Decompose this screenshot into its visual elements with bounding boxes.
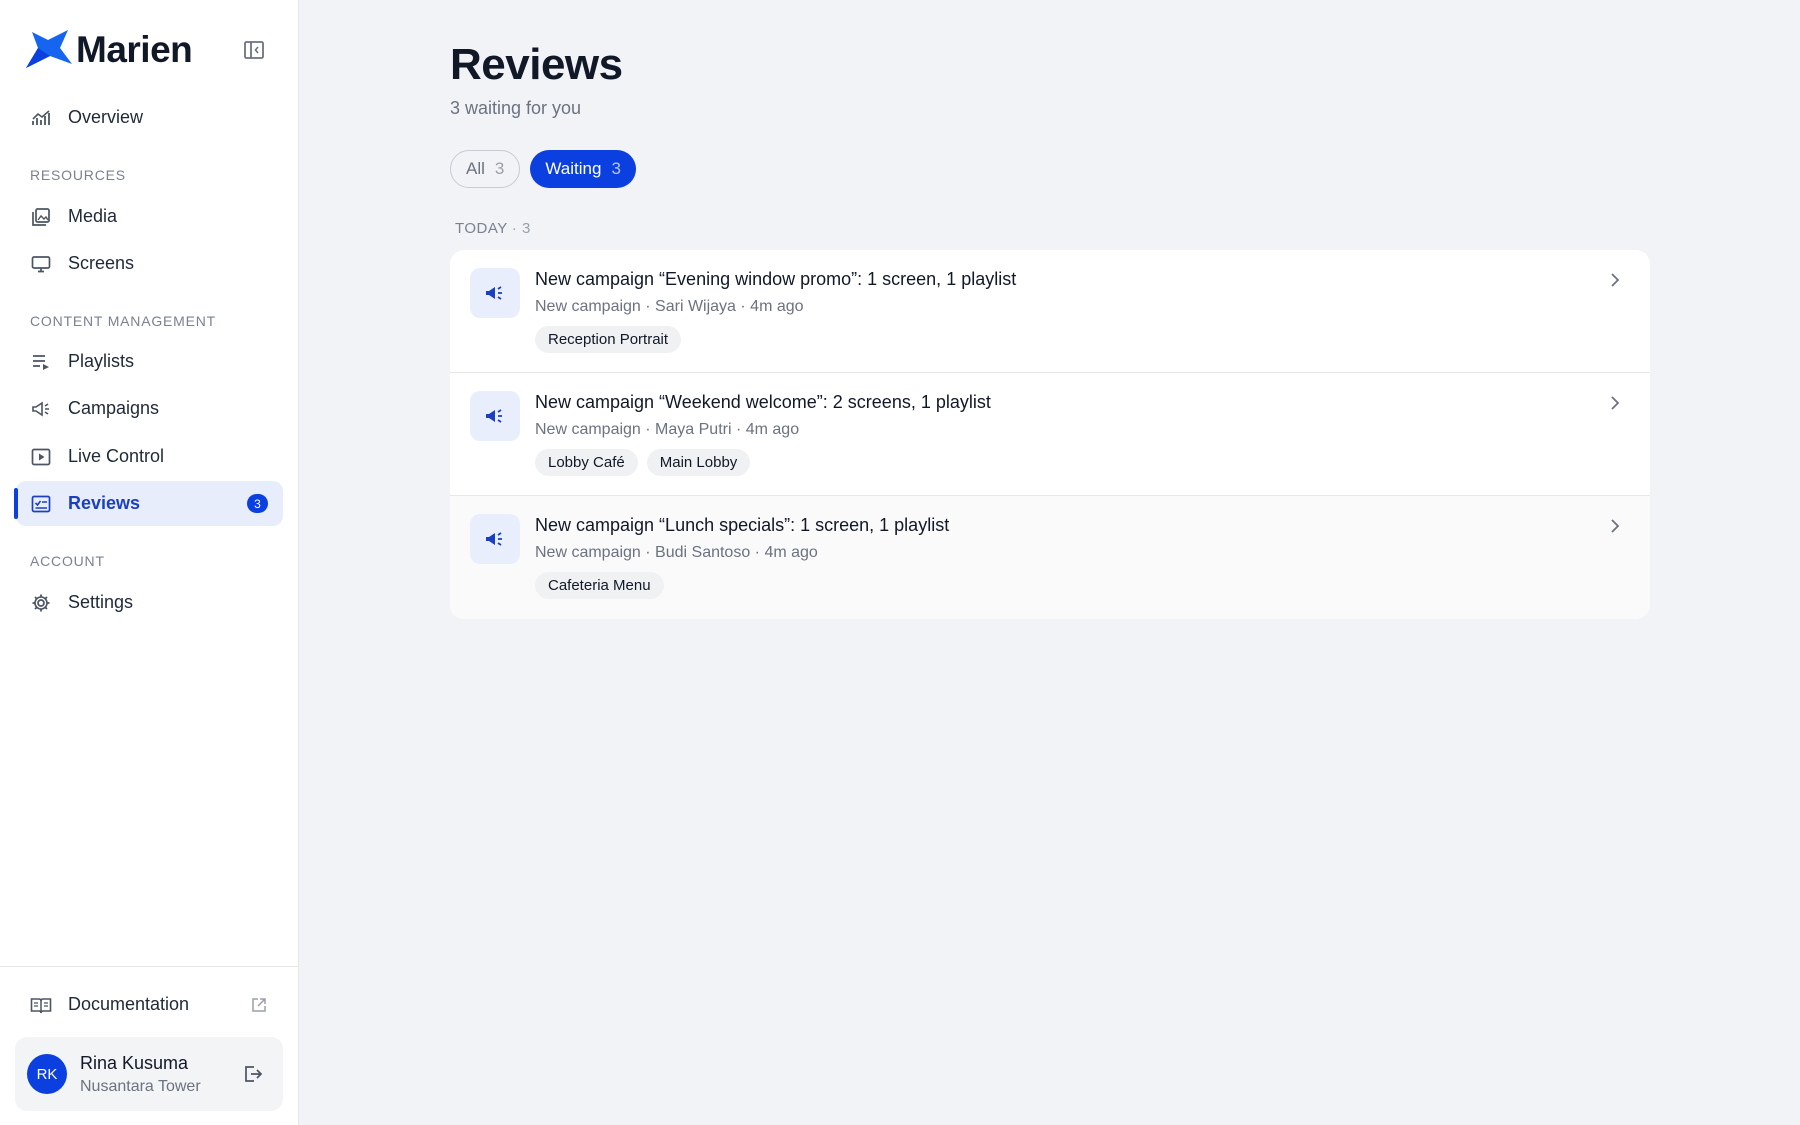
sidebar-item-label: Overview xyxy=(68,107,144,127)
avatar: RK xyxy=(27,1054,67,1094)
section-label-resources: RESOURCES xyxy=(30,167,126,183)
sidebar-item-campaigns[interactable]: Campaigns xyxy=(16,386,283,431)
review-tags: Lobby Café Main Lobby xyxy=(535,449,751,476)
user-org: Nusantara Tower xyxy=(80,1077,201,1095)
screen-tag: Cafeteria Menu xyxy=(535,572,664,599)
review-row[interactable]: New campaign “Evening window promo”: 1 s… xyxy=(450,250,1650,373)
sidebar-item-label: Media xyxy=(68,206,118,226)
chip-label: Waiting xyxy=(545,159,602,178)
chip-count: 3 xyxy=(494,159,505,178)
sidebar-item-live-control[interactable]: Live Control xyxy=(16,434,283,479)
review-tags: Cafeteria Menu xyxy=(535,572,664,599)
section-label-content-management: CONTENT MANAGEMENT xyxy=(30,313,217,329)
sidebar-item-settings[interactable]: Settings xyxy=(16,580,283,625)
chevron-right-icon xyxy=(1606,393,1624,413)
chart-line-icon xyxy=(30,107,52,129)
review-meta: New campaign · Maya Putri · 4m ago xyxy=(535,421,800,438)
user-name: Rina Kusuma xyxy=(80,1052,189,1073)
sidebar-item-overview[interactable]: Overview xyxy=(16,95,283,140)
logout-icon xyxy=(245,1066,263,1082)
section-label-account: ACCOUNT xyxy=(30,553,105,569)
gear-icon xyxy=(30,592,52,614)
review-row[interactable]: New campaign “Lunch specials”: 1 screen,… xyxy=(450,496,1650,619)
filter-waiting-chip[interactable]: Waiting 3 xyxy=(530,150,636,188)
sidebar-item-label: Documentation xyxy=(68,994,190,1014)
filter-all-chip[interactable]: All 3 xyxy=(450,150,521,188)
screen-tag: Lobby Café xyxy=(535,449,638,476)
reviews-count-badge: 3 xyxy=(247,494,268,513)
sidebar-item-playlists[interactable]: Playlists xyxy=(16,339,283,384)
sidebar-collapse-icon xyxy=(244,41,264,59)
megaphone-icon xyxy=(30,398,52,420)
review-row[interactable]: New campaign “Weekend welcome”: 2 screen… xyxy=(450,373,1650,496)
review-meta: New campaign · Sari Wijaya · 4m ago xyxy=(535,298,804,315)
sidebar-item-media[interactable]: Media xyxy=(16,194,283,239)
star-logo-icon xyxy=(26,30,72,68)
group-label-today: TODAY · 3 xyxy=(455,220,531,237)
sidebar-item-label: Playlists xyxy=(68,351,135,371)
review-title: New campaign “Evening window promo”: 1 s… xyxy=(535,269,1017,289)
review-list: New campaign “Evening window promo”: 1 s… xyxy=(450,250,1650,619)
review-meta: New campaign · Budi Santoso · 4m ago xyxy=(535,544,818,561)
sidebar-item-label: Live Control xyxy=(68,446,165,466)
chip-count: 3 xyxy=(611,159,621,178)
sidebar-item-label: Screens xyxy=(68,253,135,273)
screen-tag: Main Lobby xyxy=(646,449,751,476)
review-title: New campaign “Weekend welcome”: 2 screen… xyxy=(535,392,991,412)
chip-label: All xyxy=(466,159,485,178)
screen-tag: Reception Portrait xyxy=(535,326,682,353)
image-stack-icon xyxy=(30,206,52,228)
page-title: Reviews xyxy=(450,40,623,89)
brand-name: Marien xyxy=(76,29,193,70)
sidebar: Marien Overview RESOURCES Media Screens … xyxy=(0,0,299,1125)
collapse-sidebar-button[interactable] xyxy=(240,38,268,62)
sidebar-item-screens[interactable]: Screens xyxy=(16,241,283,286)
monitor-icon xyxy=(30,253,52,275)
megaphone-icon xyxy=(470,514,520,564)
review-tags: Reception Portrait xyxy=(535,326,682,353)
sidebar-item-documentation[interactable]: Documentation xyxy=(16,982,283,1027)
group-count: · 3 xyxy=(511,220,531,237)
megaphone-icon xyxy=(470,391,520,441)
megaphone-icon xyxy=(470,268,520,318)
sidebar-divider xyxy=(0,966,299,967)
filter-chips: All 3 Waiting 3 xyxy=(450,150,636,188)
user-profile-card[interactable]: RK Rina Kusuma Nusantara Tower xyxy=(15,1037,283,1111)
sidebar-item-reviews[interactable]: Reviews 3 xyxy=(14,481,283,526)
chevron-right-icon xyxy=(1606,516,1624,536)
external-link-icon xyxy=(251,982,267,1027)
playlist-icon xyxy=(30,351,52,373)
sidebar-item-label: Campaigns xyxy=(68,398,160,418)
brand-logo[interactable]: Marien xyxy=(24,26,193,74)
sidebar-item-label: Settings xyxy=(68,592,134,612)
logout-button[interactable] xyxy=(241,1062,265,1086)
page-subtitle: 3 waiting for you xyxy=(450,98,582,118)
group-label-text: TODAY xyxy=(455,220,508,237)
review-icon xyxy=(30,493,52,515)
review-title: New campaign “Lunch specials”: 1 screen,… xyxy=(535,515,950,535)
sidebar-item-label: Reviews xyxy=(68,493,141,513)
book-icon xyxy=(30,994,52,1016)
play-screen-icon xyxy=(30,446,52,468)
chevron-right-icon xyxy=(1606,270,1624,290)
